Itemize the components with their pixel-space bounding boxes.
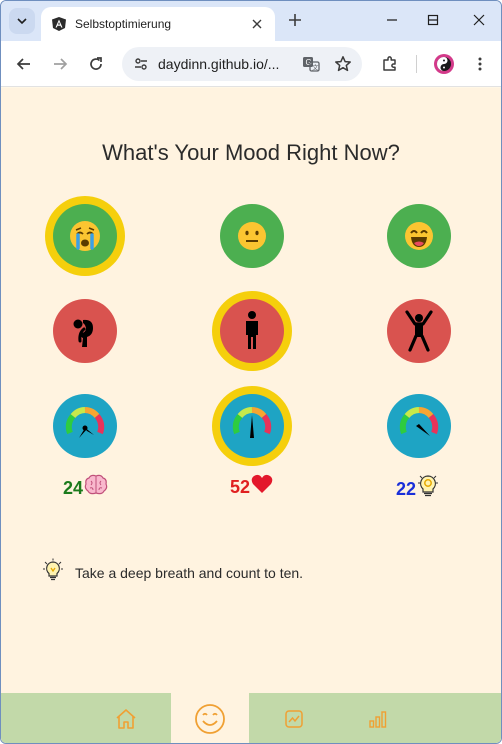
brain-icon	[84, 474, 108, 502]
trend-chart-icon	[285, 710, 303, 728]
toolbar-divider	[416, 55, 417, 73]
bottom-navigation	[1, 693, 501, 743]
crying-face-icon	[70, 221, 100, 251]
score-value: 52	[230, 476, 251, 497]
nav-stats[interactable]	[339, 693, 417, 743]
plus-icon	[289, 14, 301, 26]
more-vert-icon	[478, 57, 482, 71]
tip-row: Take a deep breath and count to ten.	[41, 558, 303, 587]
minimize-button-real[interactable]	[379, 9, 405, 31]
reload-icon	[90, 57, 102, 70]
mood-option-sad[interactable]	[53, 204, 117, 268]
score-energy: 22	[396, 474, 439, 504]
gauge-high-icon	[399, 407, 439, 436]
new-tab-button[interactable]	[284, 9, 306, 31]
standing-person-icon	[246, 311, 258, 349]
gauge-low-icon	[65, 406, 105, 446]
profile-avatar[interactable]	[431, 51, 457, 77]
url-text: daydinn.github.io/...	[158, 56, 280, 72]
svg-text:文: 文	[312, 63, 319, 72]
tab-title: Selbstoptimierung	[75, 17, 172, 31]
laughing-face-icon	[405, 222, 433, 250]
address-bar[interactable]: daydinn.github.io/... G文	[122, 47, 362, 81]
body-option-tired[interactable]	[53, 299, 117, 363]
browser-toolbar: daydinn.github.io/... G文	[1, 41, 501, 87]
browser-window: Selbstoptimierung daydinn.github.io/... …	[0, 0, 502, 744]
nav-trends[interactable]	[255, 693, 333, 743]
tab-bar: Selbstoptimierung	[1, 1, 501, 41]
mood-option-neutral[interactable]	[220, 204, 284, 268]
close-icon[interactable]	[245, 12, 269, 36]
gauge-option-high[interactable]	[387, 394, 451, 458]
slumped-person-icon	[73, 319, 93, 347]
chevron-down-icon	[17, 18, 27, 25]
close-window-button[interactable]	[466, 9, 492, 31]
nav-mood[interactable]	[171, 693, 249, 743]
browser-tab[interactable]: Selbstoptimierung	[41, 7, 275, 41]
smiley-icon	[195, 704, 225, 734]
back-button[interactable]	[11, 51, 37, 77]
home-icon	[116, 709, 136, 729]
arrow-right-icon	[54, 58, 68, 70]
gauge-mid-icon	[232, 407, 272, 438]
page-title: What's Your Mood Right Now?	[102, 140, 400, 165]
reload-button[interactable]	[83, 51, 109, 77]
neutral-face-icon	[238, 222, 266, 250]
maximize-button[interactable]	[420, 9, 446, 31]
profile-icon	[434, 54, 454, 74]
puzzle-icon	[383, 56, 396, 71]
tab-search-button[interactable]	[9, 8, 35, 34]
menu-button[interactable]	[467, 51, 493, 77]
gauge-option-mid[interactable]	[220, 394, 284, 458]
gauge-option-low[interactable]	[53, 394, 117, 458]
jumping-person-icon	[405, 310, 433, 352]
minimize-icon	[387, 19, 397, 21]
lightbulb-icon	[41, 558, 65, 587]
body-option-neutral[interactable]	[220, 299, 284, 363]
mood-option-happy[interactable]	[387, 204, 451, 268]
close-icon	[473, 14, 485, 26]
score-physical: 52	[230, 474, 273, 500]
score-value: 22	[396, 478, 417, 499]
forward-button[interactable]	[47, 51, 73, 77]
score-mental: 24	[63, 474, 108, 502]
body-option-energetic[interactable]	[387, 299, 451, 363]
heart-icon	[251, 474, 273, 500]
nav-home[interactable]	[87, 693, 165, 743]
maximize-icon	[427, 14, 439, 26]
arrow-left-icon	[16, 58, 30, 70]
bookmark-star-icon[interactable]	[330, 51, 356, 77]
tip-text: Take a deep breath and count to ten.	[75, 564, 304, 581]
page-content: What's Your Mood Right Now? 24 52 22 Tak…	[1, 88, 501, 743]
bar-chart-icon	[369, 711, 387, 728]
extensions-button[interactable]	[377, 51, 403, 77]
angular-icon	[52, 17, 66, 31]
score-value: 24	[63, 477, 84, 498]
lightbulb-icon	[417, 474, 439, 504]
translate-icon[interactable]: G文	[298, 51, 324, 77]
site-settings-icon[interactable]	[128, 51, 154, 77]
